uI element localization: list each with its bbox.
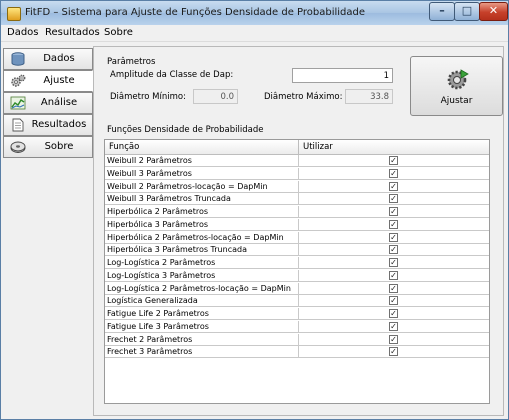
table-row[interactable]: Log-Logística 2 Parâmetros-locação = Dap… [105,282,489,295]
table-row[interactable]: Weibull 3 Parâmetros ✓ [105,167,489,180]
utilizar-checkbox[interactable]: ✓ [389,296,398,306]
table-row[interactable]: Hiperbólica 2 Parâmetros-locação = DapMi… [105,231,489,244]
column-header-funcao[interactable]: Função [109,142,139,152]
function-name: Hiperbólica 3 Parâmetros Truncada [107,245,247,255]
diametro-minimo-label: Diâmetro Mínimo: [110,92,186,102]
functions-table: Função Utilizar Weibull 2 Parâmetros ✓ Wei… [104,139,490,404]
table-row[interactable]: Fatigue Life 2 Parâmetros ✓ [105,308,489,320]
sidebar-item-label: Dados [43,53,75,64]
table-row[interactable]: Hiperbólica 3 Parâmetros ✓ [105,218,489,231]
ajustar-button[interactable]: Ajustar [410,56,503,116]
utilizar-checkbox[interactable]: ✓ [389,219,398,229]
function-name: Hiperbólica 3 Parâmetros [107,219,209,229]
utilizar-checkbox[interactable]: ✓ [389,181,398,191]
disc-icon [10,141,26,153]
function-name: Log-Logística 2 Parâmetros-locação = Dap… [107,283,291,293]
menu-resultados[interactable]: Resultados [45,27,100,38]
utilizar-checkbox[interactable]: ✓ [389,245,398,255]
function-name: Fatigue Life 2 Parâmetros [107,309,209,318]
table-row[interactable]: Weibull 2 Parâmetros-locação = DapMin ✓ [105,180,489,193]
minimize-button[interactable]: – [429,2,455,21]
amplitude-input[interactable]: 1 [292,68,393,83]
utilizar-checkbox[interactable]: ✓ [389,207,398,216]
function-name: Weibull 3 Parâmetros Truncada [107,194,231,204]
sidebar-item-label: Análise [40,97,78,108]
utilizar-checkbox[interactable]: ✓ [389,232,398,242]
close-button[interactable]: ✕ [479,2,508,21]
utilizar-checkbox[interactable]: ✓ [389,321,398,331]
table-row[interactable]: Log-Logística 2 Parâmetros ✓ [105,257,489,269]
sidebar-item-label: Resultados [31,119,87,130]
title-bar: FitFD – Sistema para Ajuste de Funções D… [1,1,508,25]
app-icon [7,7,21,21]
params-group-title: Parâmetros [107,57,156,67]
sidebar-item-analise[interactable]: Análise [3,92,93,114]
function-name: Fatigue Life 3 Parâmetros [107,321,209,331]
utilizar-checkbox[interactable]: ✓ [389,347,398,357]
table-row[interactable]: Frechet 3 Parâmetros ✓ [105,346,489,359]
sidebar-item-label: Sobre [44,141,74,152]
utilizar-checkbox[interactable]: ✓ [389,194,398,204]
maximize-button[interactable]: □ [454,2,480,21]
database-icon [11,52,25,66]
column-header-utilizar[interactable]: Utilizar [303,142,333,152]
sidebar-item-ajuste[interactable]: Ajuste [3,70,93,92]
gear-run-icon [447,69,469,90]
diametro-maximo-label: Diâmetro Máximo: [264,92,343,102]
utilizar-checkbox[interactable]: ✓ [389,168,398,178]
function-name: Weibull 3 Parâmetros [107,168,192,178]
function-name: Hiperbólica 2 Parâmetros-locação = DapMi… [107,232,284,242]
utilizar-checkbox[interactable]: ✓ [389,270,398,280]
table-row[interactable]: Log-Logística 3 Parâmetros ✓ [105,269,489,282]
function-name: Log-Logística 3 Parâmetros [107,270,216,280]
sidebar-item-sobre[interactable]: Sobre [3,136,93,158]
table-row[interactable]: Hiperbólica 3 Parâmetros Truncada ✓ [105,244,489,257]
function-name: Log-Logística 2 Parâmetros [107,258,216,267]
functions-group-title: Funções Densidade de Probabilidade [107,125,264,135]
gears-icon [11,74,26,87]
table-header: Função Utilizar [105,140,489,155]
menu-dados[interactable]: Dados [7,27,39,38]
table-row[interactable]: Weibull 3 Parâmetros Truncada ✓ [105,193,489,206]
utilizar-checkbox[interactable]: ✓ [389,258,398,267]
sidebar-item-label: Ajuste [43,75,75,86]
app-window: FitFD – Sistema para Ajuste de Funções D… [0,0,509,420]
window-title: FitFD – Sistema para Ajuste de Funções D… [25,7,366,18]
table-row[interactable]: Weibull 2 Parâmetros ✓ [105,155,489,167]
table-row[interactable]: Frechet 2 Parâmetros ✓ [105,333,489,346]
table-row[interactable]: Logística Generalizada ✓ [105,295,489,308]
function-name: Weibull 2 Parâmetros [107,156,192,165]
utilizar-checkbox[interactable]: ✓ [389,309,398,318]
menu-bar: Dados Resultados Sobre [1,25,508,42]
table-row[interactable]: Hiperbólica 2 Parâmetros ✓ [105,206,489,218]
menu-sobre[interactable]: Sobre [104,27,133,38]
diametro-maximo-field: 33.8 [345,89,393,104]
sidebar-item-resultados[interactable]: Resultados [3,114,93,136]
document-icon [12,118,24,132]
sidebar-item-dados[interactable]: Dados [3,48,93,70]
utilizar-checkbox[interactable]: ✓ [389,334,398,344]
function-name: Frechet 2 Parâmetros [107,334,193,344]
diametro-minimo-field: 0.0 [193,89,238,104]
chart-icon [10,96,26,110]
function-name: Frechet 3 Parâmetros [107,347,193,357]
function-name: Hiperbólica 2 Parâmetros [107,207,209,216]
function-name: Logística Generalizada [107,296,198,306]
table-row[interactable]: Fatigue Life 3 Parâmetros ✓ [105,320,489,333]
utilizar-checkbox[interactable]: ✓ [389,156,398,165]
amplitude-label: Amplitude da Classe de Dap: [110,70,234,80]
ajustar-label: Ajustar [440,96,473,106]
utilizar-checkbox[interactable]: ✓ [389,283,398,293]
function-name: Weibull 2 Parâmetros-locação = DapMin [107,181,268,191]
